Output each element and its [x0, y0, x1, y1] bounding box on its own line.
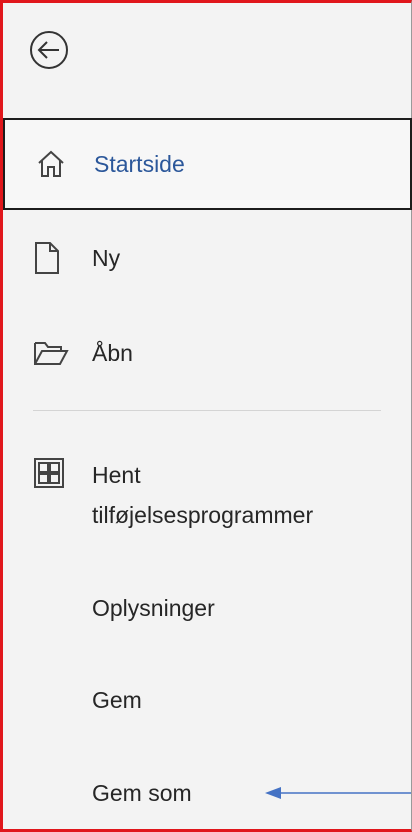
- menu-item-label-line2: tilføjelsesprogrammer: [92, 502, 314, 528]
- menu-item-label: Gem som: [92, 780, 192, 806]
- menu-divider: [33, 410, 381, 411]
- addins-grid-icon: [33, 457, 65, 489]
- menu-item-open[interactable]: Åbn: [3, 313, 412, 393]
- backstage-navigation-pane: Startside Ny Åbn Hent tilføjelsesprogram…: [0, 0, 412, 832]
- home-icon: [35, 148, 67, 180]
- menu-item-label-line1: Hent: [92, 462, 141, 488]
- menu-item-label: Startside: [94, 151, 185, 177]
- menu-item-label: Oplysninger: [92, 595, 215, 621]
- menu-item-label: Gem: [92, 687, 142, 713]
- menu-item-get-addins[interactable]: Hent tilføjelsesprogrammer: [3, 443, 412, 555]
- open-folder-icon: [33, 339, 69, 367]
- back-arrow-circle-icon: [30, 31, 68, 69]
- pointer-arrow-icon: [265, 787, 411, 799]
- new-document-icon: [33, 241, 61, 275]
- menu-item-home[interactable]: Startside: [3, 118, 412, 210]
- back-button[interactable]: [25, 26, 73, 74]
- menu-item-label: Hent tilføjelsesprogrammer: [92, 455, 313, 535]
- menu-item-label: Ny: [92, 245, 121, 271]
- menu-item-new[interactable]: Ny: [3, 218, 412, 298]
- menu-item-label: Åbn: [92, 340, 133, 366]
- menu-item-info[interactable]: Oplysninger: [3, 573, 412, 643]
- menu-item-save[interactable]: Gem: [3, 665, 412, 735]
